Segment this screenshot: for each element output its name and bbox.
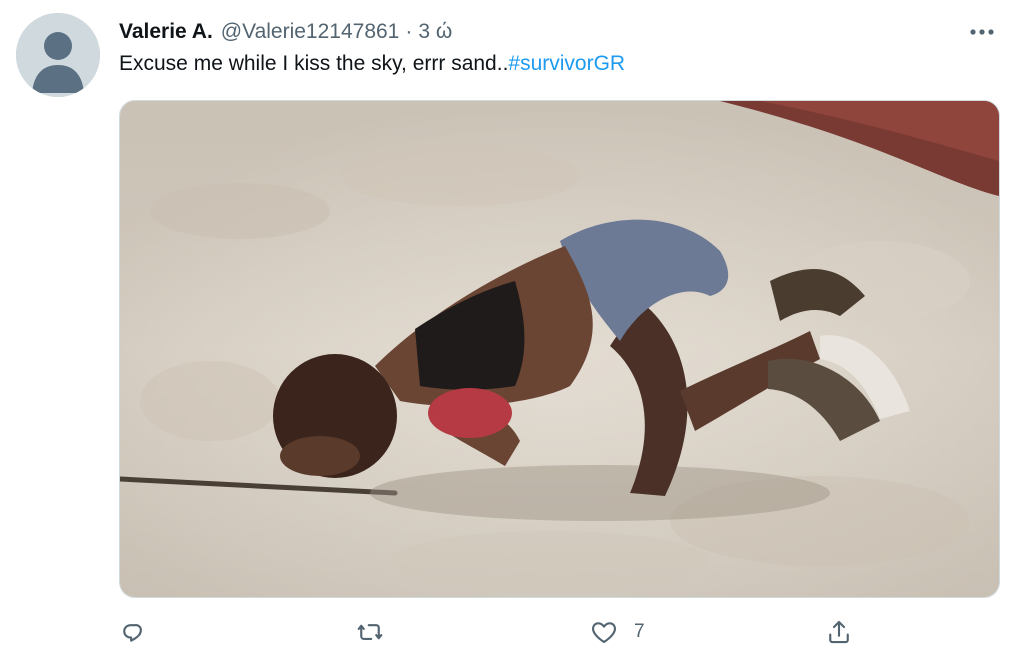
- heart-icon: [592, 622, 616, 644]
- tweet-text-body: Excuse me while I kiss the sky, errr san…: [119, 52, 509, 75]
- separator-dot: ·: [405, 20, 413, 43]
- more-icon: [970, 29, 994, 35]
- hashtag-link[interactable]: #survivorGR: [508, 52, 625, 75]
- author-name[interactable]: Valerie A.: [119, 20, 213, 44]
- timestamp[interactable]: 3 ώ: [418, 20, 452, 44]
- share-button[interactable]: [824, 612, 868, 652]
- media-image: [120, 101, 999, 597]
- like-count: 7: [634, 621, 645, 642]
- tweet-media[interactable]: [119, 100, 1000, 598]
- retweet-button[interactable]: [354, 612, 400, 652]
- tweet-actions: 7: [0, 612, 1024, 652]
- more-button[interactable]: [968, 20, 996, 44]
- tweet-header: Valerie A. @Valerie12147861 · 3 ώ: [119, 17, 452, 47]
- retweet-icon: [357, 624, 383, 640]
- reply-button[interactable]: [118, 612, 162, 652]
- reply-icon: [123, 624, 142, 642]
- default-avatar-icon: [16, 13, 100, 97]
- like-button[interactable]: 7: [588, 612, 645, 652]
- author-handle[interactable]: @Valerie12147861: [221, 20, 400, 44]
- share-icon: [829, 620, 849, 644]
- tweet-text: Excuse me while I kiss the sky, errr san…: [119, 52, 625, 76]
- avatar[interactable]: [16, 13, 100, 97]
